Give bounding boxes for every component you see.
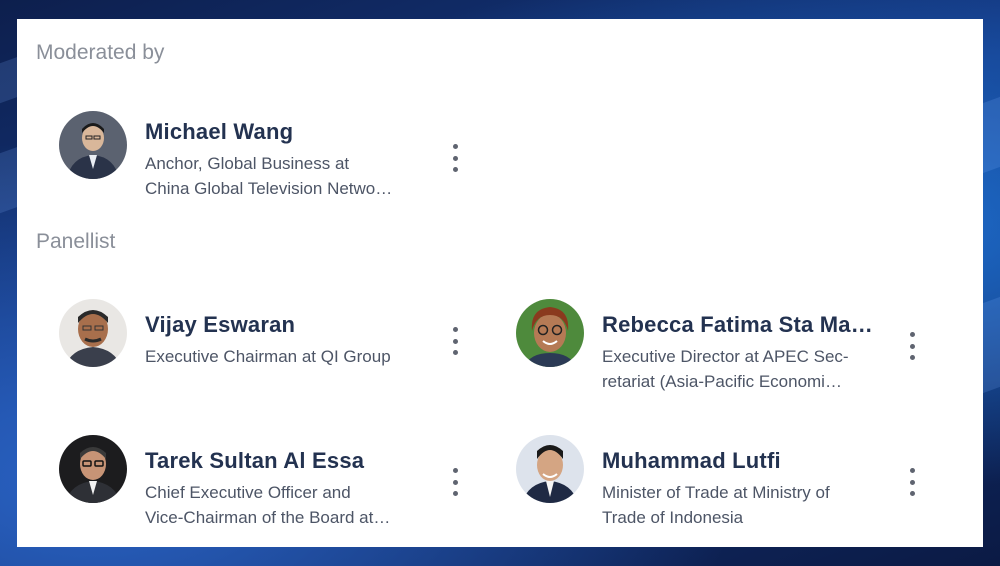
background-stripe — [0, 56, 18, 104]
speakers-card: Moderated by Michael Wang Anchor, Global… — [17, 19, 983, 547]
moderated-by-heading: Moderated by — [36, 41, 165, 64]
panellist-role-line1: Chief Executive Officer and — [145, 483, 351, 502]
panellist-name[interactable]: Vijay Eswaran — [145, 312, 295, 338]
panellist-name[interactable]: Tarek Sultan Al Essa — [145, 448, 364, 474]
panellist-role-line1: Minister of Trade at Ministry of — [602, 483, 830, 502]
more-options-icon[interactable] — [448, 144, 462, 172]
person-avatar-icon — [59, 299, 127, 367]
panellist-heading: Panellist — [36, 230, 116, 253]
person-avatar-icon — [516, 299, 584, 367]
panellist-role-line2: Vice-Chairman of the Board at… — [145, 508, 391, 527]
panellist-role-line1: Executive Director at APEC Sec- — [602, 347, 849, 366]
panellist-item[interactable]: Vijay Eswaran Executive Chairman at QI G… — [59, 299, 479, 379]
panellist-item[interactable]: Tarek Sultan Al Essa Chief Executive Off… — [59, 435, 479, 527]
moderator-role-line1: Anchor, Global Business at — [145, 154, 350, 173]
panellist-role-line1: Executive Chairman at QI Group — [145, 347, 391, 366]
panellist-name[interactable]: Rebecca Fatima Sta Ma… — [602, 312, 873, 338]
panellist-role-line2: retariat (Asia-Pacific Economi… — [602, 372, 842, 391]
moderator-name[interactable]: Michael Wang — [145, 119, 293, 145]
moderator-item[interactable]: Michael Wang Anchor, Global Business at … — [59, 111, 479, 198]
more-options-icon[interactable] — [448, 327, 462, 355]
background-stripe — [983, 296, 1000, 394]
panellist-item[interactable]: Rebecca Fatima Sta Ma… Executive Directo… — [516, 299, 956, 391]
person-avatar-icon — [59, 111, 127, 179]
moderator-role-line2: China Global Television Netwo… — [145, 179, 393, 198]
panellist-name[interactable]: Muhammad Lutfi — [602, 448, 781, 474]
more-options-icon[interactable] — [448, 468, 462, 496]
panellist-role-line2: Trade of Indonesia — [602, 508, 744, 527]
person-avatar-icon — [516, 435, 584, 503]
more-options-icon[interactable] — [905, 468, 919, 496]
more-options-icon[interactable] — [905, 332, 919, 360]
background-stripe — [983, 96, 1000, 174]
panellist-item[interactable]: Muhammad Lutfi Minister of Trade at Mini… — [516, 435, 956, 527]
person-avatar-icon — [59, 435, 127, 503]
background-stripe — [0, 146, 18, 214]
